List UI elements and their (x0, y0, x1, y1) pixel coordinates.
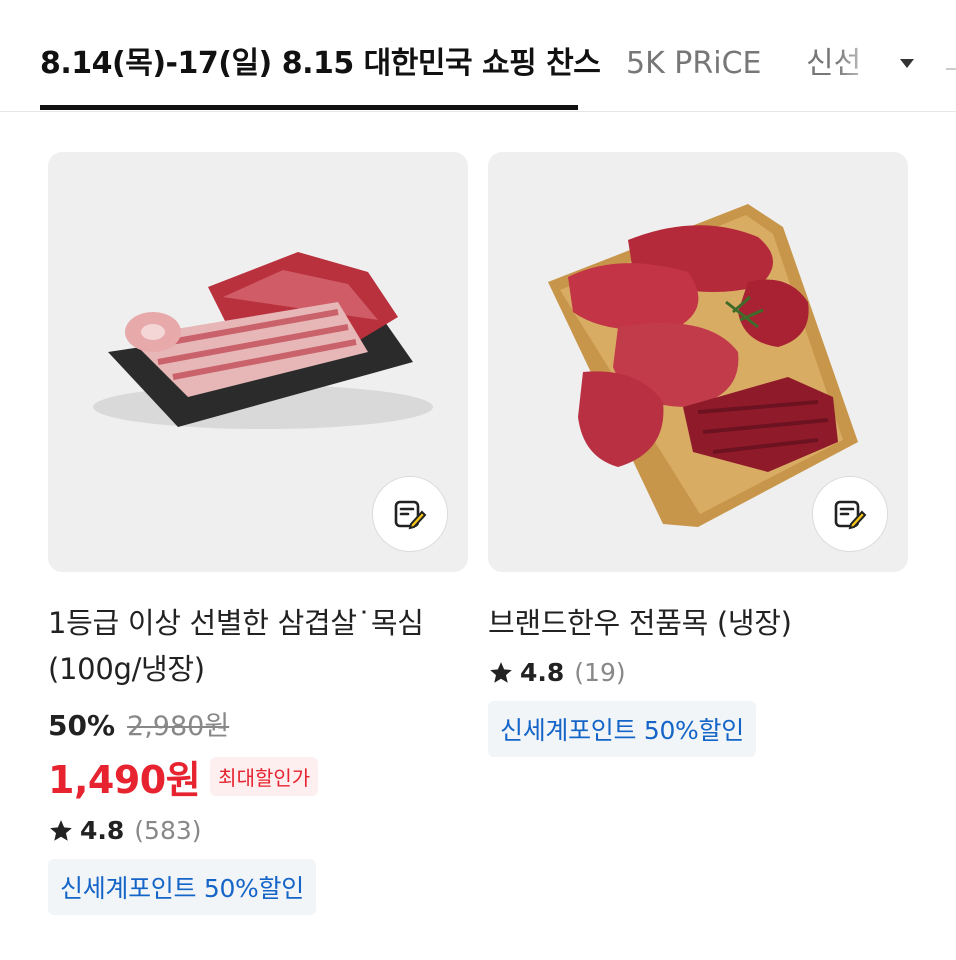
rating-score: 4.8 (80, 816, 125, 845)
write-review-icon (394, 500, 427, 530)
active-tab-indicator (40, 105, 578, 110)
max-discount-badge: 최대할인가 (210, 757, 319, 796)
product-image-hanwoo[interactable] (488, 152, 908, 572)
tab-fade-overlay (836, 30, 886, 100)
review-count: (583) (134, 816, 202, 845)
original-price: 2,980원 (127, 711, 230, 742)
final-price: 1,490원 (48, 758, 201, 802)
discount-rate: 50% (48, 709, 116, 742)
product-image-pork[interactable] (48, 152, 468, 572)
final-price-row: 1,490원 최대할인가 (48, 749, 468, 804)
category-tab-bar: 8.14(목)-17(일) 8.15 대한민국 쇼핑 찬스 5K PRiCE 신… (0, 0, 956, 112)
point-discount-badge: 신세계포인트 50%할인 (48, 859, 316, 915)
product-card[interactable]: 1등급 이상 선별한 삼겹살˙목심 (100g/냉장) 50% 2,980원 1… (48, 152, 468, 915)
price-row: 50% 2,980원 (48, 704, 468, 743)
point-discount-badge: 신세계포인트 50%할인 (488, 701, 756, 757)
write-review-button[interactable] (372, 476, 448, 552)
tab-shopping-chance[interactable]: 8.14(목)-17(일) 8.15 대한민국 쇼핑 찬스 (40, 44, 601, 84)
write-review-button[interactable] (812, 476, 888, 552)
review-count: (19) (574, 658, 626, 687)
scroll-edge (946, 68, 956, 70)
product-card[interactable]: 브랜드한우 전품목 (냉장) 4.8 (19) 신세계포인트 50%할인 (488, 152, 908, 757)
product-title[interactable]: 브랜드한우 전품목 (냉장) (488, 600, 908, 646)
chevron-down-icon[interactable] (898, 56, 916, 70)
rating: 4.8 (583) (48, 816, 468, 845)
tab-5k-price[interactable]: 5K PRiCE (626, 44, 761, 84)
product-title[interactable]: 1등급 이상 선별한 삼겹살˙목심 (100g/냉장) (48, 600, 468, 692)
star-icon (490, 661, 512, 683)
star-icon (50, 819, 72, 841)
rating-score: 4.8 (520, 658, 565, 687)
write-review-icon (834, 500, 867, 530)
rating: 4.8 (19) (488, 658, 908, 687)
